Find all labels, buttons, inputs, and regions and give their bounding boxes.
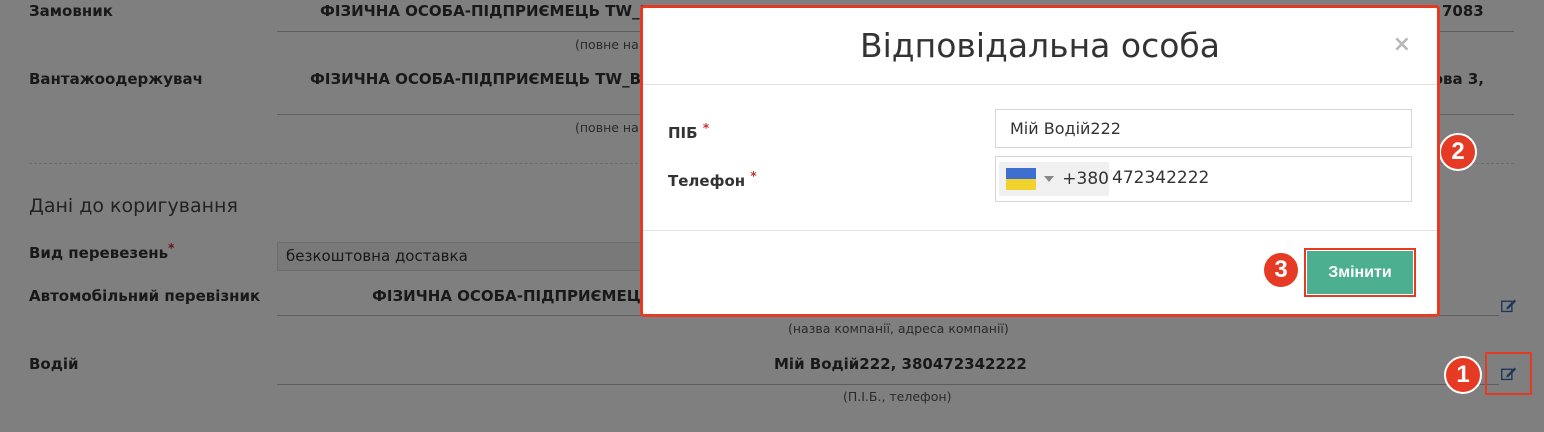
phone-field-label: Телефон *	[668, 169, 757, 190]
submit-button[interactable]: Змінити	[1307, 251, 1413, 294]
modal-title: Відповідальна особа	[860, 26, 1220, 65]
required-mark: *	[750, 169, 757, 183]
step-badge-2: 2	[1439, 133, 1477, 171]
phone-label-text: Телефон	[668, 172, 746, 190]
dial-code: +380	[1062, 169, 1109, 189]
phone-input[interactable]: 472342222	[1112, 168, 1209, 188]
step-badge-1: 1	[1444, 356, 1482, 394]
step-badge-3: 3	[1262, 251, 1300, 289]
responsible-person-modal: Відповідальна особа × ПІБ * Мій Водій222…	[640, 5, 1440, 317]
phone-field: +380 472342222	[995, 156, 1412, 202]
name-input[interactable]: Мій Водій222	[995, 109, 1412, 148]
driver-edit-highlight	[1485, 352, 1532, 395]
required-mark: *	[702, 121, 710, 135]
name-label-text: ПІБ	[668, 124, 698, 142]
ukraine-flag-icon	[1006, 168, 1037, 190]
modal-header: Відповідальна особа ×	[643, 8, 1437, 85]
close-icon[interactable]: ×	[1393, 32, 1411, 57]
caret-down-icon	[1044, 176, 1055, 182]
country-code-selector[interactable]: +380	[999, 162, 1109, 196]
modal-footer	[643, 230, 1437, 231]
name-field-label: ПІБ *	[668, 121, 709, 142]
